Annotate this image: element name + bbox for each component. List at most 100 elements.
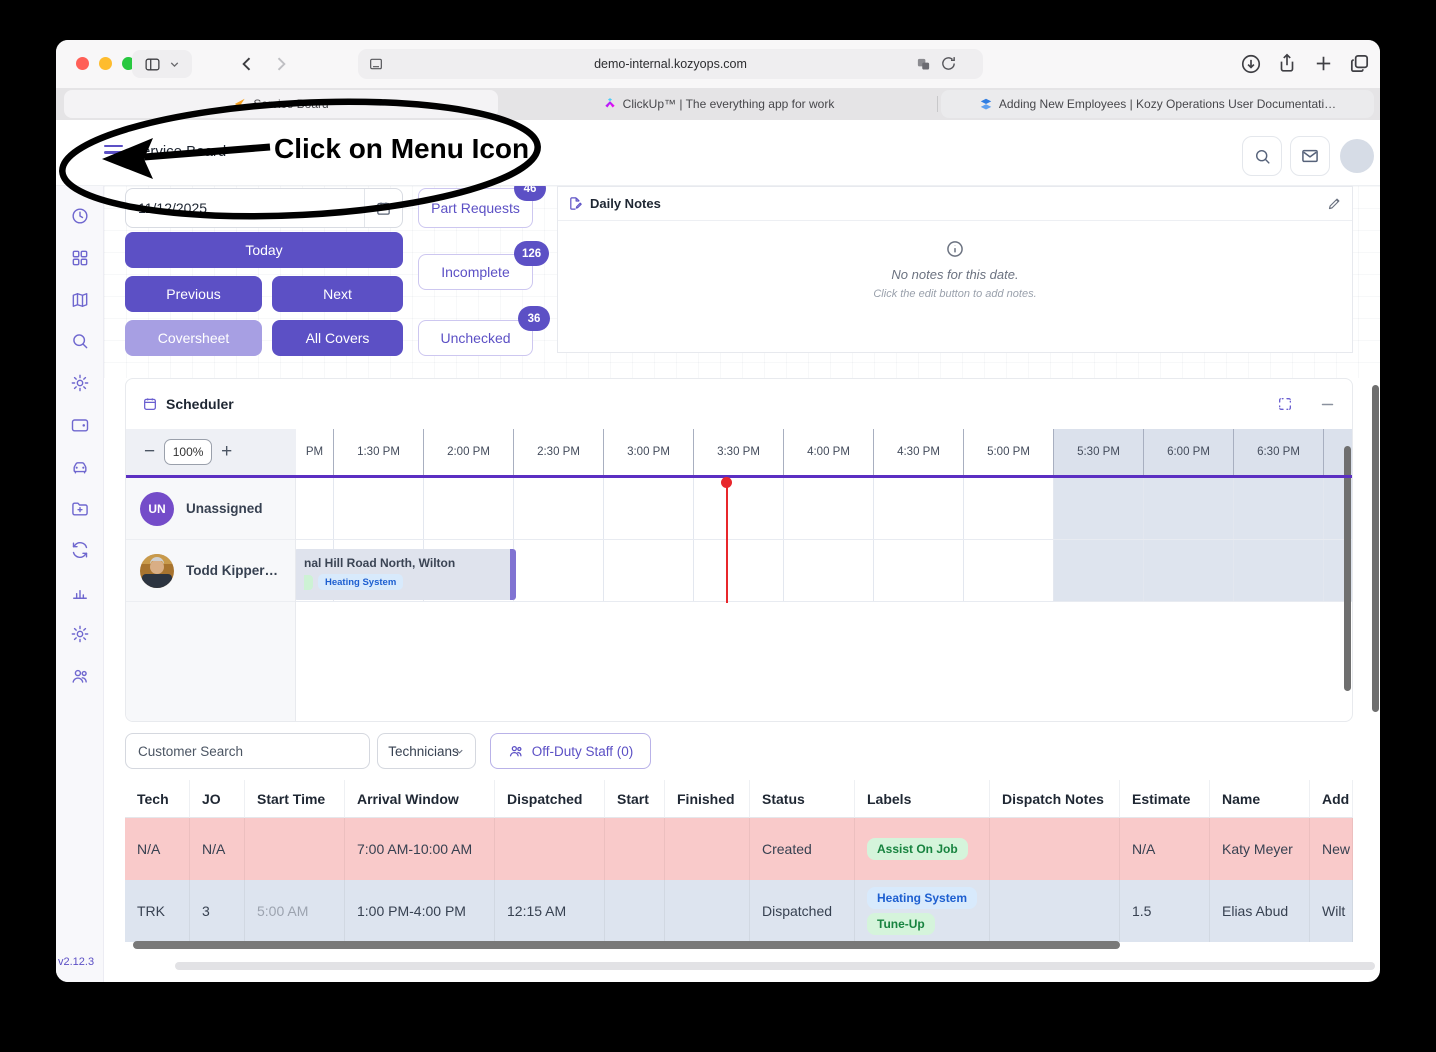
back-button[interactable] <box>237 54 257 74</box>
unchecked-button[interactable]: Unchecked <box>418 320 533 356</box>
schedule-cell[interactable] <box>1233 540 1323 601</box>
schedule-cell[interactable] <box>783 478 873 539</box>
zoom-level[interactable]: 100% <box>164 439 212 465</box>
bar-chart-icon[interactable] <box>70 582 90 602</box>
schedule-cell[interactable] <box>423 478 513 539</box>
table-horizontal-scrollbar[interactable] <box>133 941 1120 949</box>
downloads-icon[interactable] <box>1240 53 1262 75</box>
table-header-cell[interactable]: Start <box>605 780 665 818</box>
date-picker-field[interactable]: 11/12/2025 <box>125 188 403 228</box>
tab-strip: Service Board ClickUp™ | The everything … <box>56 88 1380 120</box>
table-header-cell[interactable]: JO <box>190 780 245 818</box>
table-header-cell[interactable]: Add <box>1310 780 1353 818</box>
schedule-cell[interactable] <box>873 540 963 601</box>
forward-button[interactable] <box>271 54 291 74</box>
schedule-cell[interactable] <box>513 478 603 539</box>
resource-row-todd[interactable]: Todd Kipper… <box>126 540 295 602</box>
sidebar-toggle-button[interactable] <box>132 50 192 78</box>
gear-icon[interactable] <box>70 373 90 393</box>
table-header-cell[interactable]: Dispatched <box>495 780 605 818</box>
schedule-cell[interactable] <box>1053 540 1143 601</box>
previous-button[interactable]: Previous <box>125 276 262 312</box>
menu-icon[interactable] <box>104 145 123 161</box>
folder-plus-icon[interactable] <box>70 499 90 519</box>
window-vertical-scrollbar[interactable] <box>1372 385 1379 712</box>
edit-icon[interactable] <box>1327 196 1342 211</box>
page-horizontal-scrollbar[interactable] <box>175 962 1375 970</box>
schedule-cell[interactable] <box>1143 478 1233 539</box>
technicians-select[interactable]: Technicians <box>377 733 476 769</box>
table-header-cell[interactable]: Name <box>1210 780 1310 818</box>
table-header-cell[interactable]: Labels <box>855 780 990 818</box>
schedule-cell[interactable] <box>513 540 603 601</box>
table-header-cell[interactable]: Finished <box>665 780 750 818</box>
sync-icon[interactable] <box>70 540 90 560</box>
schedule-cell[interactable] <box>963 478 1053 539</box>
table-cell-labels: Assist On Job <box>855 818 990 880</box>
schedule-event[interactable]: nal Hill Road North, Wilton Heating Syst… <box>294 549 516 600</box>
share-icon[interactable] <box>1276 52 1298 74</box>
scheduler-vertical-scrollbar[interactable] <box>1344 446 1351 691</box>
daily-notes-title: Daily Notes <box>590 196 1320 211</box>
tab-documentation[interactable]: Adding New Employees | Kozy Operations U… <box>941 90 1374 118</box>
table-header-cell[interactable]: Estimate <box>1120 780 1210 818</box>
schedule-cell[interactable] <box>603 478 693 539</box>
table-header-cell[interactable]: Arrival Window <box>345 780 495 818</box>
header-mail-button[interactable] <box>1290 136 1330 176</box>
coversheet-button[interactable]: Coversheet <box>125 320 262 356</box>
table-header-cell[interactable]: Tech <box>125 780 190 818</box>
time-cell: 4:00 PM <box>783 429 873 475</box>
schedule-cell[interactable] <box>693 478 783 539</box>
expand-icon[interactable] <box>1277 396 1293 412</box>
schedule-cell[interactable] <box>873 478 963 539</box>
schedule-cell[interactable] <box>1053 478 1143 539</box>
address-bar[interactable]: demo-internal.kozyops.com <box>358 49 983 79</box>
schedule-cell[interactable] <box>1143 540 1233 601</box>
tab-service-board[interactable]: Service Board <box>64 90 498 118</box>
table-header-cell[interactable]: Dispatch Notes <box>990 780 1120 818</box>
daily-notes-card: Daily Notes No notes for this date. Clic… <box>557 186 1353 353</box>
collapse-icon[interactable] <box>1319 396 1336 413</box>
time-cell: 3:00 PM <box>603 429 693 475</box>
schedule-cell[interactable] <box>693 540 783 601</box>
table-row[interactable]: TRK35:00 AM1:00 PM-4:00 PM12:15 AMDispat… <box>125 880 1353 942</box>
map-icon[interactable] <box>70 290 90 310</box>
schedule-cell[interactable] <box>333 478 423 539</box>
header-search-button[interactable] <box>1242 136 1282 176</box>
schedule-cell[interactable] <box>603 540 693 601</box>
translate-icon[interactable] <box>916 57 931 72</box>
next-button[interactable]: Next <box>272 276 403 312</box>
grid-icon[interactable] <box>70 248 90 268</box>
schedule-cell[interactable] <box>783 540 873 601</box>
calendar-icon[interactable] <box>364 189 402 227</box>
table-header-cell[interactable]: Status <box>750 780 855 818</box>
customer-search-input[interactable] <box>125 733 370 769</box>
table-header-cell[interactable]: Start Time <box>245 780 345 818</box>
tab-overview-icon[interactable] <box>1348 52 1371 75</box>
all-covers-button[interactable]: All Covers <box>272 320 403 356</box>
zoom-out-button[interactable]: − <box>144 441 155 463</box>
new-tab-icon[interactable] <box>1312 52 1335 75</box>
gear-icon-2[interactable] <box>70 624 90 644</box>
off-duty-staff-button[interactable]: Off-Duty Staff (0) <box>490 733 651 769</box>
resource-row-unassigned[interactable]: UN Unassigned <box>126 478 295 540</box>
tab-clickup[interactable]: ClickUp™ | The everything app for work <box>502 90 935 118</box>
wallet-icon[interactable] <box>70 415 90 435</box>
car-icon[interactable] <box>70 457 90 477</box>
today-button[interactable]: Today <box>125 232 403 268</box>
schedule-cell[interactable] <box>296 478 333 539</box>
team-icon[interactable] <box>70 666 90 686</box>
reload-icon[interactable] <box>940 55 957 72</box>
table-cell-start <box>605 818 665 880</box>
close-window-button[interactable] <box>76 57 89 70</box>
event-resize-handle[interactable] <box>510 549 516 600</box>
user-avatar[interactable] <box>1340 139 1374 173</box>
reader-icon[interactable] <box>368 56 384 72</box>
zoom-in-button[interactable]: + <box>221 441 232 463</box>
schedule-cell[interactable] <box>963 540 1053 601</box>
clock-icon[interactable] <box>70 206 90 226</box>
search-icon[interactable] <box>70 331 90 351</box>
schedule-cell[interactable] <box>1233 478 1323 539</box>
table-row[interactable]: N/AN/A7:00 AM-10:00 AMCreatedAssist On J… <box>125 818 1353 880</box>
minimize-window-button[interactable] <box>99 57 112 70</box>
